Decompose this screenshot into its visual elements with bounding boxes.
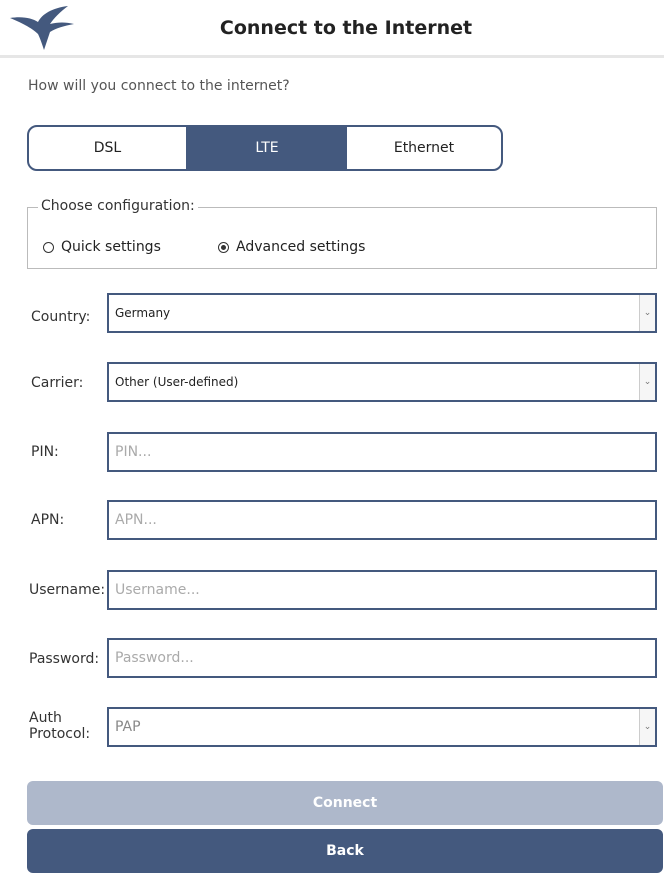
password-input[interactable]: Password... xyxy=(107,638,657,678)
carrier-select[interactable]: Other (User-defined) ⌄ xyxy=(107,362,657,402)
page-title: Connect to the Internet xyxy=(219,17,473,39)
pin-input[interactable]: PIN... xyxy=(107,432,657,472)
radio-checked-icon xyxy=(218,241,229,253)
tab-ethernet[interactable]: Ethernet xyxy=(347,127,501,169)
configuration-group: Choose configuration: Quick settings Adv… xyxy=(27,198,657,269)
username-input[interactable]: Username... xyxy=(107,570,657,610)
tab-lte[interactable]: LTE xyxy=(187,127,347,169)
pin-placeholder: PIN... xyxy=(115,444,152,460)
password-label: Password: xyxy=(29,651,100,667)
auth-protocol-label-line2: Protocol: xyxy=(29,726,91,742)
header: Connect to the Internet xyxy=(0,0,664,58)
apn-input[interactable]: APN... xyxy=(107,500,657,540)
country-value: Germany xyxy=(115,306,171,320)
country-select[interactable]: Germany ⌄ xyxy=(107,293,657,333)
carrier-value: Other (User-defined) xyxy=(115,375,239,389)
advanced-settings-radio[interactable]: Advanced settings xyxy=(218,239,365,255)
quick-settings-label: Quick settings xyxy=(61,239,161,255)
country-label: Country: xyxy=(31,309,91,325)
tab-dsl[interactable]: DSL xyxy=(29,127,187,169)
radio-unchecked-icon xyxy=(43,241,54,253)
password-placeholder: Password... xyxy=(115,650,194,666)
auth-protocol-select[interactable]: PAP ⌄ xyxy=(107,707,657,747)
pin-label: PIN: xyxy=(31,444,59,460)
connection-question: How will you connect to the internet? xyxy=(28,78,290,94)
auth-protocol-value: PAP xyxy=(115,719,141,735)
username-placeholder: Username... xyxy=(115,582,200,598)
chevron-down-icon: ⌄ xyxy=(639,364,655,400)
apn-label: APN: xyxy=(31,512,65,528)
connect-button[interactable]: Connect xyxy=(27,781,663,825)
auth-protocol-label: Auth Protocol: xyxy=(29,710,90,742)
advanced-settings-label: Advanced settings xyxy=(236,239,366,255)
back-button[interactable]: Back xyxy=(27,829,663,873)
carrier-label: Carrier: xyxy=(31,375,84,391)
quick-settings-radio[interactable]: Quick settings xyxy=(43,239,161,255)
chevron-down-icon: ⌄ xyxy=(639,295,655,331)
configuration-legend: Choose configuration: xyxy=(38,198,198,214)
connection-type-selector: DSL LTE Ethernet xyxy=(27,125,503,171)
chevron-down-icon: ⌄ xyxy=(639,709,655,745)
auth-protocol-label-line1: Auth xyxy=(29,710,62,726)
apn-placeholder: APN... xyxy=(115,512,157,528)
username-label: Username: xyxy=(29,582,106,598)
